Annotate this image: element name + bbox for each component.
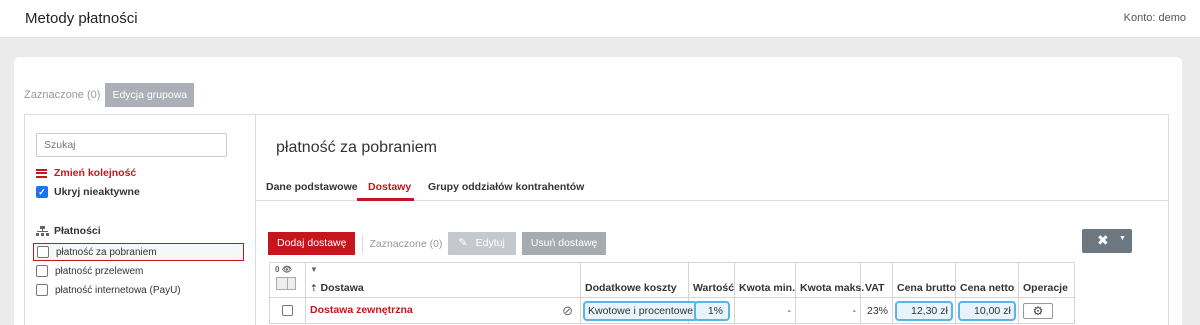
sidebar: Zmień kolejność ✓ Ukryj nieaktywne Płatn… bbox=[24, 114, 255, 325]
top-bar: Metody płatności Konto: demo bbox=[0, 0, 1200, 38]
tab-bar: Dane podstawowe Dostawy Grupy oddziałów … bbox=[256, 175, 1168, 201]
table-row: Dostawa zewnętrzna ⊘ Kwotowe i procentow… bbox=[269, 297, 1075, 324]
value-value: 1% bbox=[693, 300, 730, 321]
search-input[interactable] bbox=[36, 133, 227, 157]
visibility-control[interactable]: 0 👁 bbox=[275, 265, 292, 274]
column-header-max[interactable]: Kwota maks. bbox=[795, 262, 864, 298]
sidebar-item-label: płatność przelewem bbox=[55, 265, 144, 277]
pencil-icon: ✎ bbox=[458, 237, 468, 249]
net-value: 10,00 zł bbox=[958, 300, 1016, 321]
row-select-cell bbox=[269, 297, 306, 324]
detail-panel: płatność za pobraniem Dane podstawowe Do… bbox=[255, 114, 1169, 325]
column-header-delivery[interactable]: ⇡ Dostawa bbox=[305, 262, 581, 298]
column-header-operations: Operacje bbox=[1018, 262, 1075, 298]
column-header-value[interactable]: Wartość bbox=[688, 262, 735, 298]
deliveries-toolbar: Dodaj dostawę Zaznaczone (0) ✎ Edytuj Us… bbox=[268, 232, 607, 255]
gear-icon[interactable]: ⚙ bbox=[1023, 302, 1053, 319]
gross-cell: 12,30 zł bbox=[892, 297, 956, 324]
add-delivery-button[interactable]: Dodaj dostawę bbox=[268, 232, 356, 255]
min-cell: - bbox=[734, 297, 796, 324]
remove-delivery-button[interactable]: Usuń dostawę bbox=[521, 232, 607, 255]
account-label[interactable]: Konto: demo bbox=[1124, 12, 1186, 24]
sitemap-icon bbox=[36, 225, 49, 237]
sidebar-item-bank-transfer[interactable]: płatność przelewem bbox=[33, 262, 244, 280]
reorder-link[interactable]: Zmień kolejność bbox=[36, 167, 136, 179]
extra-costs-cell: Kwotowe i procentowe bbox=[580, 297, 699, 324]
toolbar-divider bbox=[362, 233, 364, 254]
item-checkbox[interactable] bbox=[36, 284, 48, 296]
row-checkbox[interactable] bbox=[282, 305, 293, 316]
page-title: Metody płatności bbox=[25, 10, 138, 27]
tools-icon: ✖ bbox=[1097, 232, 1109, 248]
vat-cell: 23% bbox=[860, 297, 893, 324]
tab-basic-data[interactable]: Dane podstawowe bbox=[266, 181, 358, 193]
tab-branch-groups[interactable]: Grupy oddziałów kontrahentów bbox=[428, 181, 584, 193]
select-all-dropdown[interactable] bbox=[276, 277, 296, 290]
net-cell: 10,00 zł bbox=[955, 297, 1019, 324]
sidebar-item-payu[interactable]: płatność internetowa (PayU) bbox=[33, 281, 244, 299]
group-edit-button[interactable]: Edycja grupowa bbox=[105, 83, 195, 107]
operations-cell: ⚙ bbox=[1018, 297, 1075, 324]
selected-count: Zaznaczone (0) bbox=[369, 237, 443, 250]
reorder-label: Zmień kolejność bbox=[54, 167, 137, 179]
column-header-net[interactable]: Cena netto bbox=[955, 262, 1019, 298]
tree-root: Płatności bbox=[36, 225, 101, 237]
disabled-icon: ⊘ bbox=[562, 303, 573, 318]
max-cell: - bbox=[795, 297, 861, 324]
column-header-min[interactable]: Kwota min. bbox=[734, 262, 796, 298]
sort-arrow-icon: ⇡ bbox=[310, 283, 318, 293]
active-tab-indicator bbox=[357, 198, 414, 201]
sidebar-item-label: płatność internetowa (PayU) bbox=[55, 284, 181, 296]
eye-icon: 👁 bbox=[281, 265, 292, 274]
column-header-vat[interactable]: VAT bbox=[860, 262, 893, 298]
filter-icon[interactable]: ▼ bbox=[310, 265, 318, 274]
column-header-gross[interactable]: Cena brutto bbox=[892, 262, 956, 298]
gross-value: 12,30 zł bbox=[895, 300, 953, 321]
tree-root-label: Płatności bbox=[54, 225, 101, 237]
checkbox-checked-icon[interactable]: ✓ bbox=[36, 186, 48, 198]
selected-count: Zaznaczone (0) bbox=[24, 89, 101, 101]
method-title: płatność za pobraniem bbox=[276, 139, 437, 156]
group-edit-bar: Zaznaczone (0) Edycja grupowa bbox=[24, 83, 195, 107]
tab-deliveries[interactable]: Dostawy bbox=[368, 181, 411, 193]
column-controls: 0 👁 ▼ bbox=[269, 262, 318, 298]
sidebar-item-label: płatność za pobraniem bbox=[56, 246, 157, 258]
column-count: 0 bbox=[275, 265, 280, 274]
hide-inactive-toggle[interactable]: ✓ Ukryj nieaktywne bbox=[36, 186, 140, 198]
item-checkbox[interactable] bbox=[37, 246, 49, 258]
delivery-name-link[interactable]: Dostawa zewnętrzna bbox=[310, 304, 413, 316]
caret-down-icon: ▼ bbox=[1119, 235, 1126, 242]
deliveries-table: 0 👁 ▼ ⇡ Dostawa Dodatkowe koszty Wartość … bbox=[269, 262, 1075, 324]
sidebar-item-cash-on-delivery[interactable]: płatność za pobraniem bbox=[33, 243, 244, 261]
column-header-extra-costs[interactable]: Dodatkowe koszty bbox=[580, 262, 689, 298]
value-cell: 1% bbox=[688, 297, 735, 324]
extra-costs-value: Kwotowe i procentowe bbox=[583, 300, 699, 321]
edit-label: Edytuj bbox=[475, 237, 505, 249]
list-icon bbox=[36, 168, 47, 178]
item-checkbox[interactable] bbox=[36, 265, 48, 277]
tools-dropdown-button[interactable]: ✖ ▼ bbox=[1082, 229, 1132, 253]
edit-button[interactable]: ✎ Edytuj bbox=[448, 232, 516, 255]
table-header-row: 0 👁 ▼ ⇡ Dostawa Dodatkowe koszty Wartość … bbox=[269, 262, 1075, 298]
hide-inactive-label: Ukryj nieaktywne bbox=[54, 186, 140, 198]
delivery-name-cell: Dostawa zewnętrzna ⊘ bbox=[305, 297, 581, 324]
